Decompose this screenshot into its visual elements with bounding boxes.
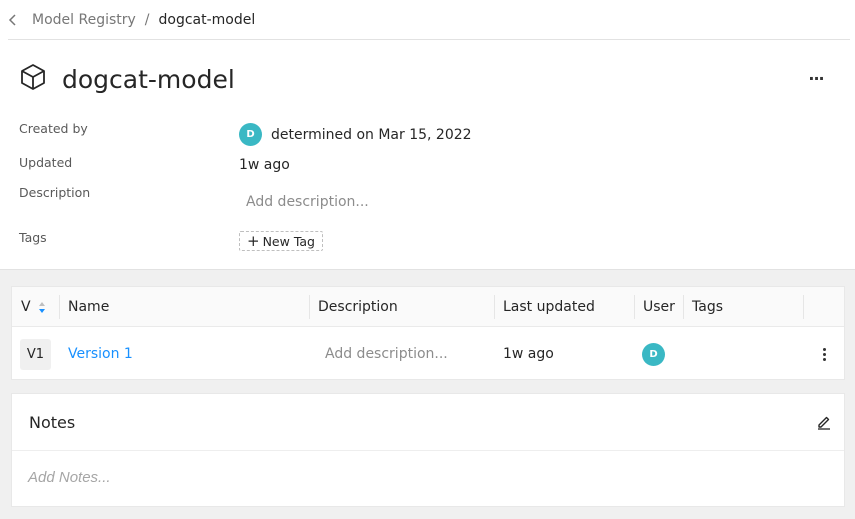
notes-header: Notes bbox=[12, 394, 844, 451]
notes-input[interactable]: Add Notes... bbox=[28, 469, 111, 486]
updated-value: 1w ago bbox=[239, 157, 290, 173]
kebab-icon bbox=[816, 344, 832, 364]
created-by-value: D determined on Mar 15, 2022 bbox=[239, 123, 472, 146]
sort-icon bbox=[38, 301, 46, 314]
updated-label: Updated bbox=[19, 155, 73, 170]
cube-icon bbox=[18, 62, 48, 96]
chevron-left-icon[interactable] bbox=[8, 13, 24, 26]
breadcrumb-separator: / bbox=[144, 11, 150, 28]
avatar: D bbox=[642, 342, 665, 366]
more-actions-button[interactable]: ··· bbox=[806, 69, 826, 88]
breadcrumb-current: dogcat-model bbox=[158, 11, 256, 28]
version-cell: V1 bbox=[20, 328, 51, 380]
column-separator bbox=[803, 295, 804, 319]
name-cell: Version 1 bbox=[68, 328, 133, 380]
table-header: V Name Description Last updated User Tag… bbox=[12, 287, 844, 327]
avatar: D bbox=[239, 123, 262, 146]
breadcrumb: Model Registry / dogcat-model bbox=[8, 0, 850, 40]
column-name[interactable]: Name bbox=[59, 287, 309, 327]
last-updated-cell: 1w ago bbox=[503, 346, 554, 362]
notes-card: Notes Add Notes... bbox=[11, 393, 845, 507]
column-version-label: V bbox=[21, 299, 31, 315]
created-by-text: determined on Mar 15, 2022 bbox=[271, 126, 472, 143]
breadcrumb-model-registry-link[interactable]: Model Registry bbox=[32, 12, 136, 28]
column-description[interactable]: Description bbox=[309, 287, 494, 327]
plus-icon: + bbox=[247, 231, 260, 250]
divider bbox=[0, 269, 855, 270]
page-header: dogcat-model bbox=[18, 62, 235, 96]
version-badge: V1 bbox=[20, 338, 51, 370]
notes-title: Notes bbox=[29, 413, 76, 432]
version-description-input[interactable]: Add description... bbox=[325, 328, 448, 380]
row-actions-button[interactable] bbox=[816, 328, 832, 380]
description-label: Description bbox=[19, 185, 91, 200]
version-name-link[interactable]: Version 1 bbox=[68, 346, 133, 362]
edit-icon[interactable] bbox=[815, 413, 833, 431]
column-user[interactable]: User bbox=[634, 287, 683, 327]
description-input[interactable]: Add description... bbox=[246, 194, 369, 210]
column-tags[interactable]: Tags bbox=[683, 287, 803, 327]
versions-table: V Name Description Last updated User Tag… bbox=[11, 286, 845, 380]
new-tag-label: New Tag bbox=[262, 233, 315, 249]
column-version[interactable]: V bbox=[12, 287, 59, 327]
user-cell: D bbox=[642, 328, 665, 380]
table-row[interactable]: V1 Version 1 Add description... 1w ago D bbox=[12, 328, 844, 380]
model-header-panel: Model Registry / dogcat-model dogcat-mod… bbox=[0, 0, 855, 270]
created-by-label: Created by bbox=[19, 121, 88, 136]
page-title: dogcat-model bbox=[62, 64, 235, 94]
new-tag-button[interactable]: + New Tag bbox=[239, 231, 323, 251]
tags-label: Tags bbox=[19, 230, 47, 245]
column-last-updated[interactable]: Last updated bbox=[494, 287, 634, 327]
